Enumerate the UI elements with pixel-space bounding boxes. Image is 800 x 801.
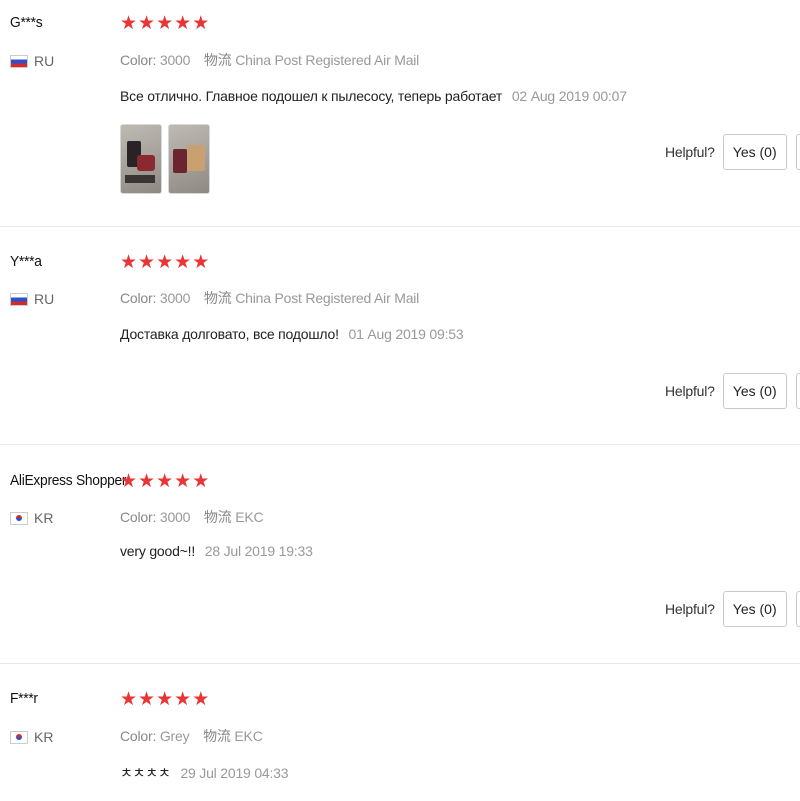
star-icon: ★ bbox=[174, 252, 192, 273]
star-icon: ★ bbox=[192, 252, 210, 273]
color-label: Color: bbox=[120, 52, 157, 68]
review-item: Y***a ★ ★ ★ ★ ★ RU Color: 3000 物流 China … bbox=[0, 227, 800, 445]
reviewer-name: AliExpress Shopper bbox=[10, 472, 127, 489]
star-icon: ★ bbox=[156, 13, 174, 34]
star-rating: ★ ★ ★ ★ ★ bbox=[120, 690, 209, 709]
star-icon: ★ bbox=[174, 13, 192, 34]
color-label: Color: bbox=[120, 290, 157, 306]
reviewer-country: KR bbox=[10, 510, 53, 526]
review-attributes: Color: Grey 物流 EKC bbox=[120, 726, 263, 746]
review-content: Все отлично. Главное подошел к пылесосу,… bbox=[120, 88, 627, 104]
review-date: 02 Aug 2019 00:07 bbox=[511, 88, 627, 104]
review-photo-thumbnail[interactable] bbox=[168, 124, 210, 194]
helpful-no-button[interactable]: No bbox=[795, 591, 800, 627]
review-item: F***r ★ ★ ★ ★ ★ KR Color: Grey 物流 EKC ㅊㅊ… bbox=[0, 664, 800, 801]
star-icon: ★ bbox=[138, 471, 156, 492]
star-icon: ★ bbox=[174, 689, 192, 710]
reviewer-name: F***r bbox=[10, 690, 38, 707]
star-icon: ★ bbox=[192, 13, 210, 34]
helpful-vote: Helpful? Yes (0) No bbox=[665, 591, 800, 627]
helpful-label: Helpful? bbox=[665, 601, 715, 617]
shipping-value: EKC bbox=[235, 509, 264, 525]
star-rating: ★ ★ ★ ★ ★ bbox=[120, 253, 209, 272]
review-content: ㅊㅊㅊㅊ 29 Jul 2019 04:33 bbox=[120, 763, 289, 783]
reviewer-country: RU bbox=[10, 53, 54, 69]
review-content: very good~!! 28 Jul 2019 19:33 bbox=[120, 543, 313, 559]
review-date: 28 Jul 2019 19:33 bbox=[204, 543, 313, 559]
review-attributes: Color: 3000 物流 China Post Registered Air… bbox=[120, 288, 419, 308]
review-item: AliExpress Shopper ★ ★ ★ ★ ★ KR Color: 3… bbox=[0, 445, 800, 664]
shipping-value: China Post Registered Air Mail bbox=[235, 290, 420, 306]
korea-flag-icon bbox=[10, 511, 28, 525]
review-attributes: Color: 3000 物流 EKC bbox=[120, 507, 264, 527]
helpful-no-button[interactable]: No bbox=[795, 134, 800, 170]
star-icon: ★ bbox=[138, 689, 156, 710]
reviewer-name: G***s bbox=[10, 14, 43, 31]
shipping-label: 物流 bbox=[203, 728, 231, 744]
helpful-label: Helpful? bbox=[665, 383, 715, 399]
review-date: 29 Jul 2019 04:33 bbox=[180, 765, 289, 781]
review-photos bbox=[120, 124, 210, 194]
russia-flag-icon bbox=[10, 292, 28, 306]
review-text: very good~!! bbox=[120, 543, 196, 559]
helpful-yes-button[interactable]: Yes (0) bbox=[722, 591, 787, 627]
country-code: RU bbox=[34, 291, 55, 307]
color-value: Grey bbox=[159, 728, 190, 744]
shipping-label: 物流 bbox=[203, 290, 232, 306]
helpful-no-button[interactable]: No bbox=[795, 373, 800, 409]
star-icon: ★ bbox=[192, 471, 210, 492]
helpful-yes-button[interactable]: Yes (0) bbox=[722, 134, 787, 170]
review-text: Доставка долговато, все подошло! bbox=[120, 326, 339, 342]
star-icon: ★ bbox=[156, 252, 174, 273]
korea-flag-icon bbox=[10, 730, 28, 744]
country-code: KR bbox=[34, 729, 54, 745]
star-icon: ★ bbox=[120, 13, 138, 34]
review-attributes: Color: 3000 物流 China Post Registered Air… bbox=[120, 50, 419, 70]
shipping-value: EKC bbox=[234, 728, 263, 744]
reviewer-name: Y***a bbox=[10, 253, 42, 270]
helpful-vote: Helpful? Yes (0) No bbox=[665, 134, 800, 170]
star-icon: ★ bbox=[138, 252, 156, 273]
color-value: 3000 bbox=[159, 52, 191, 68]
review-item: G***s ★ ★ ★ ★ ★ RU Color: 3000 物流 China … bbox=[0, 0, 800, 227]
shipping-label: 物流 bbox=[203, 52, 232, 68]
star-icon: ★ bbox=[138, 13, 156, 34]
reviewer-country: KR bbox=[10, 729, 53, 745]
star-icon: ★ bbox=[156, 471, 174, 492]
color-label: Color: bbox=[120, 509, 157, 525]
country-code: RU bbox=[34, 53, 55, 69]
shipping-value: China Post Registered Air Mail bbox=[235, 52, 420, 68]
country-code: KR bbox=[34, 510, 54, 526]
review-text: ㅊㅊㅊㅊ bbox=[120, 765, 171, 781]
color-value: 3000 bbox=[159, 509, 191, 525]
star-icon: ★ bbox=[174, 471, 192, 492]
russia-flag-icon bbox=[10, 54, 28, 68]
review-text: Все отлично. Главное подошел к пылесосу,… bbox=[120, 88, 503, 104]
star-rating: ★ ★ ★ ★ ★ bbox=[120, 14, 209, 33]
review-content: Доставка долговато, все подошло! 01 Aug … bbox=[120, 326, 464, 342]
star-rating: ★ ★ ★ ★ ★ bbox=[120, 472, 209, 491]
star-icon: ★ bbox=[120, 471, 138, 492]
color-label: Color: bbox=[120, 728, 157, 744]
helpful-vote: Helpful? Yes (0) No bbox=[665, 373, 800, 409]
review-date: 01 Aug 2019 09:53 bbox=[348, 326, 464, 342]
shipping-label: 物流 bbox=[203, 509, 232, 525]
review-photo-thumbnail[interactable] bbox=[120, 124, 162, 194]
reviewer-country: RU bbox=[10, 291, 54, 307]
color-value: 3000 bbox=[159, 290, 191, 306]
helpful-label: Helpful? bbox=[665, 144, 715, 160]
star-icon: ★ bbox=[120, 689, 138, 710]
star-icon: ★ bbox=[156, 689, 174, 710]
star-icon: ★ bbox=[192, 689, 210, 710]
star-icon: ★ bbox=[120, 252, 138, 273]
helpful-yes-button[interactable]: Yes (0) bbox=[722, 373, 787, 409]
